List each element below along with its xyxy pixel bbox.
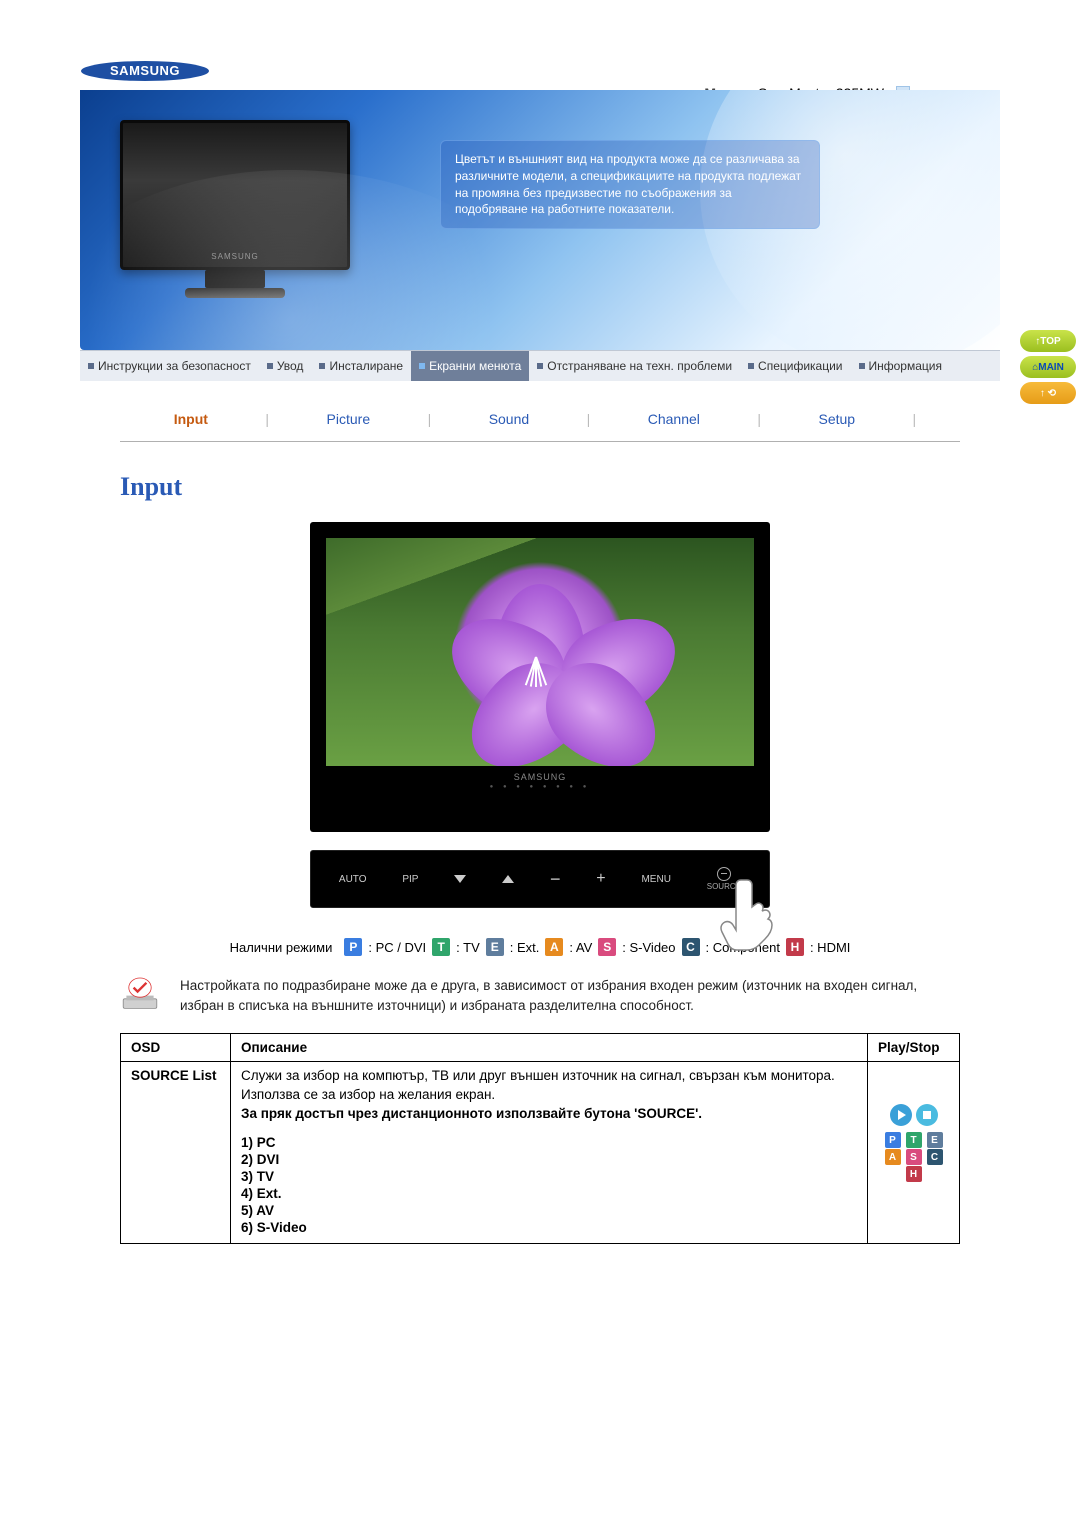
badge-c: C <box>682 938 700 956</box>
btn-down[interactable] <box>454 875 466 883</box>
badge-s: S <box>598 938 616 956</box>
tab-install[interactable]: Инсталиране <box>311 351 411 381</box>
hand-pointer-icon <box>719 874 779 957</box>
badge-t: T <box>432 938 450 956</box>
info-table: OSD Описание Play/Stop SOURCE List Служи… <box>120 1033 960 1244</box>
badge-a: A <box>545 938 563 956</box>
source-list: 1) PC 2) DVI 3) TV 4) Ext. 5) AV 6) S-Vi… <box>241 1135 857 1235</box>
stab-channel[interactable]: Channel <box>638 411 710 427</box>
badge-t: T <box>906 1132 922 1148</box>
tab-label: Информация <box>869 359 942 373</box>
row-osd: SOURCE List <box>121 1062 231 1244</box>
row-playstop: P T E A S C H <box>868 1062 960 1244</box>
modes-label: Налични режими <box>230 940 333 955</box>
divider <box>120 441 960 442</box>
modes-row: Налични режими P : PC / DVI T : TV E : Ext.… <box>120 938 960 956</box>
tab-osd-menus[interactable]: Екранни менюта <box>411 351 529 381</box>
mode-text: : HDMI <box>810 940 850 955</box>
svg-text:SAMSUNG: SAMSUNG <box>110 63 180 78</box>
stab-sound[interactable]: Sound <box>479 411 539 427</box>
tab-label: Отстраняване на техн. проблеми <box>547 359 732 373</box>
tab-label: Инструкции за безопасност <box>98 359 251 373</box>
badge-e: E <box>927 1132 943 1148</box>
hero-disclaimer: Цветът и външният вид на продукта може д… <box>440 140 820 229</box>
row-desc: Служи за избор на компютър, ТВ или друг … <box>231 1062 868 1244</box>
tab-label: Спецификации <box>758 359 842 373</box>
tab-troubleshoot[interactable]: Отстраняване на техн. проблеми <box>529 351 740 381</box>
hero-banner: Цветът и външният вид на продукта може д… <box>80 90 1000 350</box>
tab-label: Увод <box>277 359 304 373</box>
mode-text: : S-Video <box>622 940 675 955</box>
source-item: 3) TV <box>241 1169 857 1184</box>
play-badges: P T E A S C H <box>878 1132 949 1182</box>
btn-up[interactable] <box>502 875 514 883</box>
badge-s: S <box>906 1149 922 1165</box>
mode-text: : AV <box>569 940 592 955</box>
btn-menu[interactable]: MENU <box>641 874 670 885</box>
stab-picture[interactable]: Picture <box>317 411 381 427</box>
mode-text: : Ext. <box>510 940 540 955</box>
tab-info[interactable]: Информация <box>851 351 950 381</box>
badge-p: P <box>344 938 362 956</box>
tab-label: Инсталиране <box>329 359 403 373</box>
badge-h: H <box>906 1166 922 1182</box>
source-item: 2) DVI <box>241 1152 857 1167</box>
th-osd: OSD <box>121 1034 231 1062</box>
main-tab-bar: Инструкции за безопасност Увод Инсталира… <box>80 350 1000 381</box>
mode-text: : PC / DVI <box>368 940 426 955</box>
main-button[interactable]: ⌂ MAIN <box>1020 356 1076 378</box>
mode-text: : TV <box>456 940 480 955</box>
osd-brand: SAMSUNG <box>326 772 754 782</box>
badge-c: C <box>927 1149 943 1165</box>
note-row: Настройката по подразбиране може да е др… <box>120 976 960 1015</box>
top-button-label: TOP <box>1040 336 1060 347</box>
btn-auto[interactable]: AUTO <box>339 874 367 885</box>
brand-logo: SAMSUNG <box>80 60 1000 82</box>
tab-label: Екранни менюта <box>429 359 521 373</box>
osd-illustration: SAMSUNG ● ● ● ● ● ● ● ● AUTO PIP − + MEN… <box>310 522 770 908</box>
loop-button[interactable]: ↑ ⟲ <box>1020 382 1076 404</box>
play-icon[interactable] <box>890 1104 912 1126</box>
btn-plus[interactable]: + <box>596 870 605 888</box>
btn-minus[interactable]: − <box>550 869 561 890</box>
th-desc: Описание <box>231 1034 868 1062</box>
product-image <box>120 120 350 298</box>
note-text: Настройката по подразбиране може да е др… <box>180 976 960 1015</box>
badge-p: P <box>885 1132 901 1148</box>
stab-input[interactable]: Input <box>164 411 218 427</box>
triangle-down-icon <box>454 875 466 883</box>
badge-a: A <box>885 1149 901 1165</box>
btn-pip[interactable]: PIP <box>402 874 418 885</box>
flower-image <box>326 538 754 766</box>
top-button[interactable]: ↑ TOP <box>1020 330 1076 352</box>
source-item: 5) AV <box>241 1203 857 1218</box>
side-buttons: ↑ TOP ⌂ MAIN ↑ ⟲ <box>1020 330 1076 404</box>
tab-safety[interactable]: Инструкции за безопасност <box>80 351 259 381</box>
badge-e: E <box>486 938 504 956</box>
note-icon <box>120 976 160 1015</box>
triangle-up-icon <box>502 875 514 883</box>
source-item: 1) PC <box>241 1135 857 1150</box>
tab-specs[interactable]: Спецификации <box>740 351 850 381</box>
stop-icon[interactable] <box>916 1104 938 1126</box>
stab-setup[interactable]: Setup <box>808 411 865 427</box>
desc-line: Използва се за избор на желания екран. <box>241 1087 857 1102</box>
main-button-label: MAIN <box>1038 362 1064 373</box>
badge-h: H <box>786 938 804 956</box>
tab-intro[interactable]: Увод <box>259 351 312 381</box>
source-item: 4) Ext. <box>241 1186 857 1201</box>
th-play: Play/Stop <box>868 1034 960 1062</box>
desc-line: Служи за избор на компютър, ТВ или друг … <box>241 1068 857 1083</box>
source-item: 6) S-Video <box>241 1220 857 1235</box>
section-title: Input <box>120 472 960 502</box>
desc-bold: За пряк достъп чрез дистанционното изпол… <box>241 1106 857 1121</box>
sub-tab-bar: Input| Picture| Sound| Channel| Setup| <box>140 411 940 427</box>
monitor-button-strip: AUTO PIP − + MENU SOURCE <box>310 850 770 908</box>
